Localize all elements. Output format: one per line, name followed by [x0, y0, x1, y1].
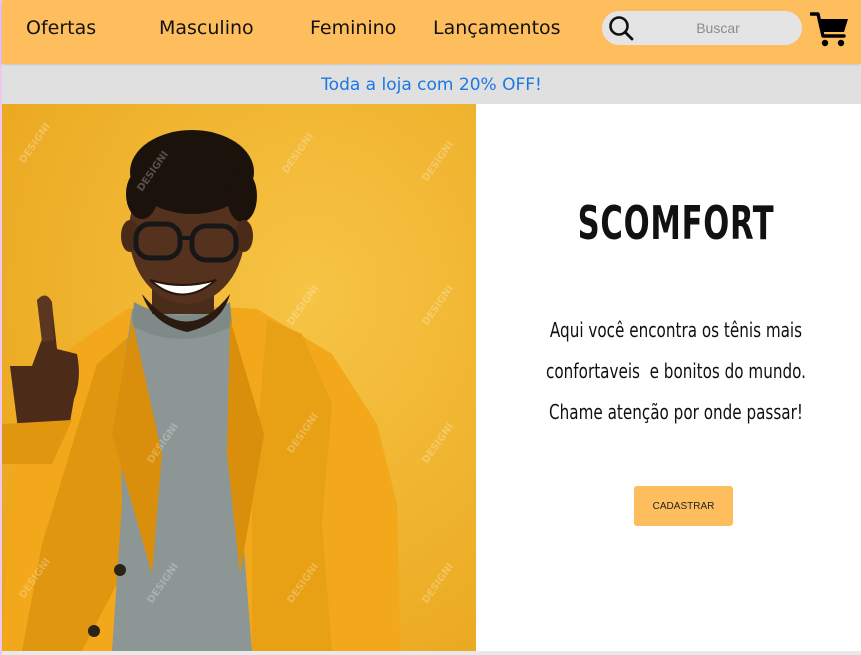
nav-link-masculino[interactable]: Masculino: [159, 17, 254, 39]
shopping-cart-icon[interactable]: [810, 9, 850, 49]
promo-text: Toda a loja com 20% OFF!: [321, 75, 542, 95]
header-bar: Ofertas Masculino Feminino Lançamentos: [2, 0, 861, 64]
app-frame: Ofertas Masculino Feminino Lançamentos T…: [0, 0, 861, 655]
nav-link-lancamentos[interactable]: Lançamentos: [433, 17, 561, 39]
nav-link-ofertas[interactable]: Ofertas: [26, 17, 96, 39]
hero-image: DESIGNI DESIGNI DESIGNI DESIGNI DESIGNI …: [2, 104, 476, 651]
tagline-line: confortaveis e bonitos do mundo.: [546, 359, 806, 383]
nav-link-feminino[interactable]: Feminino: [310, 17, 396, 39]
hero-panel: SCOMFORT Aqui você encontra os tênis mai…: [476, 104, 861, 651]
brand-title: SCOMFORT: [577, 196, 775, 250]
page-bottom-edge: [2, 651, 861, 655]
hero-tagline: Aqui você encontra os tênis mais confort…: [524, 310, 828, 433]
search-icon[interactable]: [607, 14, 635, 42]
smiling-man-thumbs-up-photo: DESIGNI DESIGNI DESIGNI DESIGNI DESIGNI …: [2, 104, 476, 651]
search-box[interactable]: [602, 11, 802, 45]
tagline-line: Chame atenção por onde passar!: [549, 400, 803, 424]
tagline-line: Aqui você encontra os tênis mais: [549, 318, 803, 342]
search-input[interactable]: [642, 13, 794, 43]
register-button[interactable]: CADASTRAR: [634, 486, 733, 526]
promo-banner: Toda a loja com 20% OFF!: [2, 66, 861, 104]
